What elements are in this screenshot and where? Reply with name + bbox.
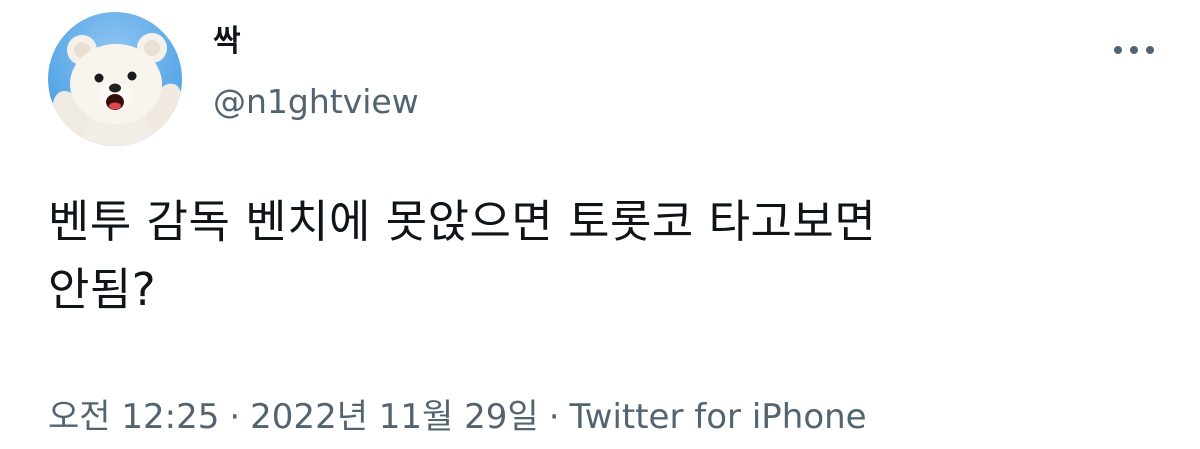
author-display-name[interactable]: 싹: [213, 22, 241, 62]
more-options-button[interactable]: [1098, 28, 1170, 72]
more-options-icon: [1114, 46, 1122, 54]
tweet-metadata: 오전 12:25 · 2022년 11월 29일 · Twitter for iPhon…: [48, 392, 867, 442]
author-handle[interactable]: @n1ghtview: [213, 80, 419, 124]
tweet-source[interactable]: Twitter for iPhone: [570, 397, 867, 437]
author-avatar[interactable]: [48, 12, 182, 146]
tweet-time[interactable]: 오전 12:25: [48, 397, 219, 437]
tweet-date[interactable]: 2022년 11월 29일: [250, 397, 539, 437]
separator: ·: [548, 397, 560, 437]
tweet-text: 벤투 감독 벤치에 못앉으면 토롯코 타고보면 안됨?: [48, 195, 877, 316]
more-options-icon: [1146, 46, 1154, 54]
separator: ·: [229, 397, 241, 437]
teddy-bear-avatar-icon: [48, 12, 182, 146]
tweet: 싹 @n1ghtview 벤투 감독 벤치에 못앉으면 토롯코 타고보면 안됨?…: [0, 0, 1200, 449]
more-options-icon: [1130, 46, 1138, 54]
